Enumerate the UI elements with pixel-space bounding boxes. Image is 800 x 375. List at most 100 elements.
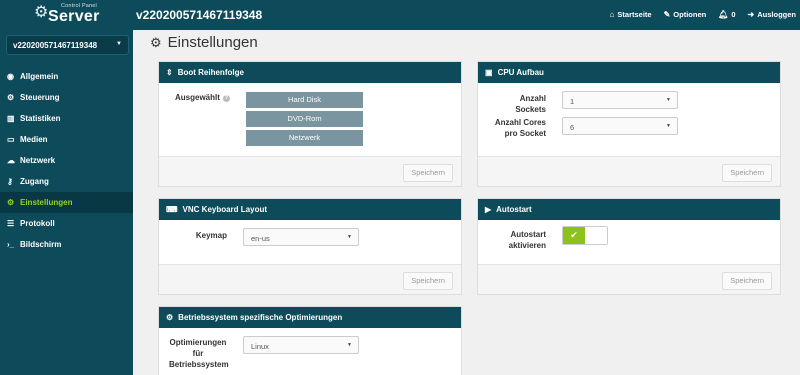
panel-footer: Speichern	[478, 156, 780, 186]
sidebar-item-einstellungen[interactable]: ⚙ Einstellungen	[0, 192, 133, 213]
boot-option-hard-disk[interactable]: Hard Disk	[246, 92, 363, 108]
logout-icon: ➜	[747, 10, 755, 19]
panel-title: Autostart	[496, 205, 532, 214]
sort-icon: ⇕	[166, 68, 173, 77]
keyboard-icon: ⌨	[166, 205, 178, 214]
panel-header: ▶ Autostart	[478, 199, 780, 220]
sockets-select[interactable]: 1 ▼	[562, 91, 678, 109]
notifications-link[interactable]: 🔔︎ 0	[718, 10, 735, 19]
boot-option-netzwerk[interactable]: Netzwerk	[246, 130, 363, 146]
sockets-label: Anzahl Sockets	[515, 94, 546, 114]
boot-selected-label: Ausgewählt?	[175, 92, 230, 103]
gears-icon: ⚙	[7, 198, 15, 207]
play-icon: ▶	[485, 205, 492, 214]
key-icon: ⚷	[7, 177, 13, 186]
notifications-count: 0	[731, 10, 736, 19]
boot-save-button[interactable]: Speichern	[403, 164, 453, 182]
keymap-label: Keymap	[195, 231, 227, 240]
caret-down-icon: ▼	[347, 342, 352, 348]
sidebar-item-label: Medien	[20, 135, 48, 144]
gears-icon: ⚙	[34, 4, 49, 21]
sidebar-item-label: Zugang	[20, 177, 49, 186]
autostart-save-button[interactable]: Speichern	[722, 272, 772, 290]
server-id-title: v220200571467119348	[136, 8, 263, 22]
keymap-select[interactable]: en-us ▼	[243, 228, 359, 246]
terminal-icon: ›_	[7, 240, 15, 249]
sidebar-item-label: Bildschirm	[20, 240, 62, 249]
autostart-label: Autostart aktivieren	[508, 230, 546, 250]
sidebar-item-medien[interactable]: ▭ Medien	[0, 129, 133, 150]
panel-footer: Speichern	[159, 264, 461, 294]
boot-order-panel: ⇕ Boot Reihenfolge Ausgewählt? Hard Disk…	[158, 61, 462, 187]
sidebar-item-label: Einstellungen	[20, 198, 73, 207]
sidebar-item-protokoll[interactable]: ☰ Protokoll	[0, 213, 133, 234]
cpu-panel: ▣ CPU Aufbau Anzahl Sockets 1 ▼ Anzahl C…	[477, 61, 781, 187]
panel-header: ⚙ Betriebssystem spezifische Optimierung…	[159, 307, 461, 328]
sidebar-item-statistiken[interactable]: ▥ Statistiken	[0, 108, 133, 129]
gears-icon: ⚙	[150, 34, 162, 50]
startseite-link[interactable]: ⌂ Startseite	[610, 10, 652, 19]
sidebar-item-label: Protokoll	[20, 219, 55, 228]
sidebar-item-allgemein[interactable]: ◉ Allgemein	[0, 66, 133, 87]
cpu-icon: ▣	[485, 68, 493, 77]
optionen-link[interactable]: ✎ Optionen	[664, 10, 707, 19]
panel-title: VNC Keyboard Layout	[182, 205, 268, 214]
autostart-panel: ▶ Autostart Autostart aktivieren ✔ Speich…	[477, 198, 781, 295]
panel-header: ⇕ Boot Reihenfolge	[159, 62, 461, 83]
sidebar-item-label: Netzwerk	[20, 156, 56, 165]
home-icon: ⌂	[609, 10, 615, 19]
top-nav: ⌂ Startseite ✎ Optionen 🔔︎ 0 ➜ Ausloggen	[598, 10, 796, 19]
cpu-save-button[interactable]: Speichern	[722, 164, 772, 182]
sockets-value: 1	[570, 97, 575, 106]
autostart-toggle[interactable]: ✔	[562, 226, 608, 245]
vnc-save-button[interactable]: Speichern	[403, 272, 453, 290]
cores-select[interactable]: 6 ▼	[562, 117, 678, 135]
sidebar-item-zugang[interactable]: ⚷ Zugang	[0, 171, 133, 192]
list-icon: ☰	[7, 219, 15, 228]
startseite-label: Startseite	[617, 10, 652, 19]
sidebar-item-bildschirm[interactable]: ›_ Bildschirm	[0, 234, 133, 255]
os-value: Linux	[251, 342, 269, 351]
panel-title: CPU Aufbau	[497, 68, 544, 77]
sidebar: v220200571467119348 ▼ ◉ Allgemein ⚙ Steuer…	[0, 30, 133, 375]
top-bar: ⚙ Control Panel Server v2202005714671193…	[0, 0, 800, 30]
page-title: ⚙ Einstellungen	[150, 34, 258, 51]
eye-icon: ◉	[7, 72, 14, 81]
sidebar-item-label: Allgemein	[20, 72, 59, 81]
logo-title: Server	[48, 8, 100, 25]
optionen-label: Optionen	[673, 10, 707, 19]
sidebar-item-netzwerk[interactable]: ☁ Netzwerk	[0, 150, 133, 171]
os-select[interactable]: Linux ▼	[243, 336, 359, 354]
gear-icon: ⚙	[7, 93, 15, 102]
os-label: Optimierungen für Betriebssystem	[169, 338, 229, 369]
logout-link[interactable]: ➜ Ausloggen	[748, 10, 796, 19]
keymap-value: en-us	[251, 234, 270, 243]
boot-option-dvd-rom[interactable]: DVD-Rom	[246, 111, 363, 127]
caret-down-icon: ▼	[666, 97, 671, 103]
sidebar-item-label: Steuerung	[20, 93, 60, 102]
panel-header: ▣ CPU Aufbau	[478, 62, 780, 83]
cores-value: 6	[570, 123, 575, 132]
sidebar-nav: ◉ Allgemein ⚙ Steuerung ▥ Statistiken ▭ Medi…	[0, 66, 133, 255]
boot-selected-text: Ausgewählt	[175, 93, 220, 102]
cores-label: Anzahl Cores pro Socket	[494, 118, 546, 138]
server-select-value: v220200571467119348	[13, 41, 98, 50]
sidebar-item-steuerung[interactable]: ⚙ Steuerung	[0, 87, 133, 108]
panel-header: ⌨ VNC Keyboard Layout	[159, 199, 461, 220]
wrench-icon: ✎	[663, 10, 671, 19]
caret-down-icon: ▼	[347, 234, 352, 240]
check-icon: ✔	[563, 227, 585, 244]
logout-label: Ausloggen	[757, 10, 796, 19]
gears-icon: ⚙	[166, 313, 174, 322]
caret-down-icon: ▼	[116, 41, 122, 47]
sidebar-item-label: Statistiken	[20, 114, 61, 123]
logo[interactable]: ⚙ Control Panel Server	[34, 3, 104, 25]
cloud-icon: ☁	[7, 156, 15, 165]
drive-icon: ▭	[7, 135, 15, 144]
panel-title: Boot Reihenfolge	[177, 68, 244, 77]
help-icon[interactable]: ?	[222, 95, 230, 102]
caret-down-icon: ▼	[666, 123, 671, 129]
bar-chart-icon: ▥	[7, 114, 15, 123]
server-select[interactable]: v220200571467119348 ▼	[6, 35, 129, 55]
panel-title: Betriebssystem spezifische Optimierungen	[178, 313, 343, 322]
